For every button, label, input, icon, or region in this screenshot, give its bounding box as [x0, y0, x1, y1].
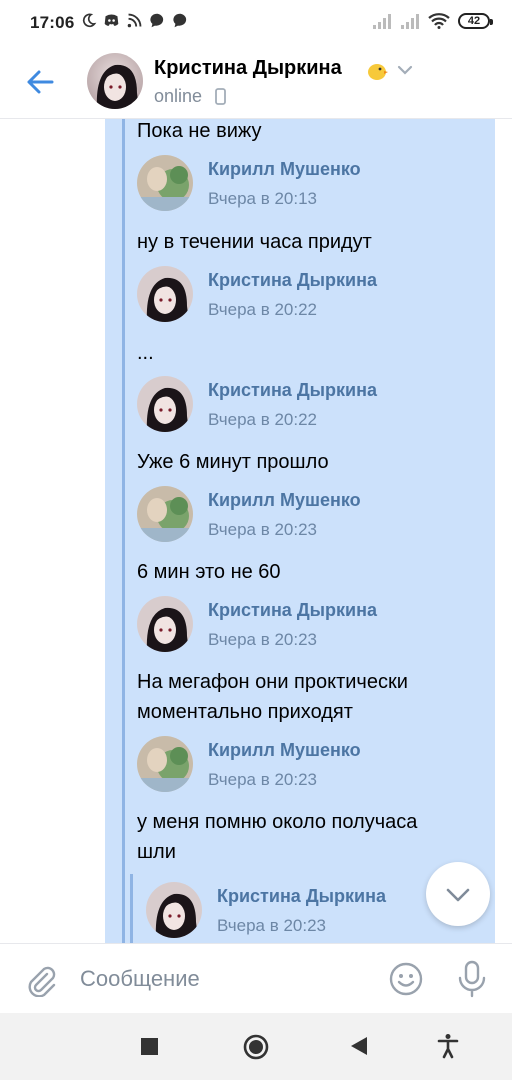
avatar-image — [137, 155, 193, 211]
forward-time: Вчера в 20:23 — [208, 770, 318, 789]
message-text: Уже 6 минут прошло — [137, 451, 329, 473]
forward-author[interactable]: Кирилл Мушенко — [208, 159, 361, 180]
avatar[interactable] — [137, 155, 193, 211]
emoji-smile-icon[interactable] — [388, 961, 424, 997]
forward-time: Вчера в 20:13 — [208, 189, 318, 208]
system-nav-bar — [0, 1013, 512, 1080]
forward-time: Вчера в 20:22 — [208, 300, 318, 319]
forward-author[interactable]: Кристина Дыркина — [217, 886, 386, 907]
moon-icon — [82, 13, 97, 28]
chat-bubble-icon — [150, 13, 164, 28]
message-text: Пока не вижу — [137, 120, 262, 142]
cast-icon — [127, 13, 142, 28]
forward-time: Вчера в 20:23 — [217, 916, 327, 935]
back-triangle-icon[interactable] — [349, 1035, 369, 1057]
avatar[interactable] — [137, 376, 193, 432]
mobile-phone-icon — [215, 88, 226, 105]
microphone-icon[interactable] — [454, 959, 490, 999]
avatar-image — [137, 376, 193, 432]
avatar-image — [137, 266, 193, 322]
message-composer — [0, 943, 512, 1014]
home-circle-icon[interactable] — [243, 1034, 269, 1060]
chat-bubble-icon — [173, 13, 187, 28]
avatar[interactable] — [137, 486, 193, 542]
message-text: ... — [137, 342, 154, 364]
accessibility-icon[interactable] — [437, 1033, 459, 1059]
avatar[interactable] — [137, 266, 193, 322]
forward-author[interactable]: Кирилл Мушенко — [208, 490, 361, 511]
forward-time: Вчера в 20:23 — [208, 630, 318, 649]
forward-time: Вчера в 20:23 — [208, 520, 318, 539]
forward-author[interactable]: Кристина Дыркина — [208, 380, 377, 401]
chevron-down-icon[interactable] — [396, 63, 414, 77]
avatar[interactable] — [146, 882, 202, 938]
online-status: online — [154, 86, 203, 106]
message-input[interactable] — [80, 964, 370, 994]
status-time: 17:06 — [30, 13, 75, 32]
avatar[interactable] — [137, 596, 193, 652]
back-arrow-icon[interactable] — [22, 64, 58, 100]
discord-icon — [104, 14, 119, 26]
contact-name[interactable]: Кристина Дыркина — [154, 57, 342, 80]
battery-icon: 42 — [458, 12, 493, 29]
forward-time: Вчера в 20:22 — [208, 410, 318, 429]
paperclip-icon[interactable] — [22, 961, 58, 997]
signal-icon — [401, 13, 419, 29]
avatar-image — [137, 486, 193, 542]
avatar-image — [137, 596, 193, 652]
forward-indicator-line — [122, 119, 125, 943]
avatar[interactable] — [87, 53, 143, 109]
recents-square-icon[interactable] — [141, 1038, 158, 1055]
message-text: На мегафон они проктически моментально п… — [137, 671, 408, 723]
scroll-down-button[interactable] — [426, 862, 490, 926]
avatar-image — [146, 882, 202, 938]
message-list[interactable]: Пока не вижу Кирилл Мушенко Вчера в 20:1… — [0, 119, 512, 943]
avatar-image — [87, 53, 143, 109]
message-text: у меня помню около получаса шли — [137, 811, 418, 863]
notification-icons — [80, 12, 189, 29]
chevron-down-icon — [446, 888, 470, 902]
message-text: ну в течении часа придут — [137, 231, 372, 253]
nested-forward-indicator-line — [130, 874, 133, 943]
system-icons: 42 — [372, 12, 493, 29]
chick-emoji-icon — [368, 64, 388, 80]
wifi-icon — [428, 13, 450, 29]
forward-author[interactable]: Кристина Дыркина — [208, 270, 377, 291]
message-text: 6 мин это не 60 — [137, 561, 281, 583]
status-bar: 17:06 42 — [0, 0, 512, 48]
avatar[interactable] — [137, 736, 193, 792]
forward-author[interactable]: Кирилл Мушенко — [208, 740, 361, 761]
battery-level: 42 — [467, 14, 481, 27]
forward-author[interactable]: Кристина Дыркина — [208, 600, 377, 621]
avatar-image — [137, 736, 193, 792]
chat-header: Кристина Дыркина online — [0, 48, 512, 119]
signal-icon — [373, 13, 391, 29]
